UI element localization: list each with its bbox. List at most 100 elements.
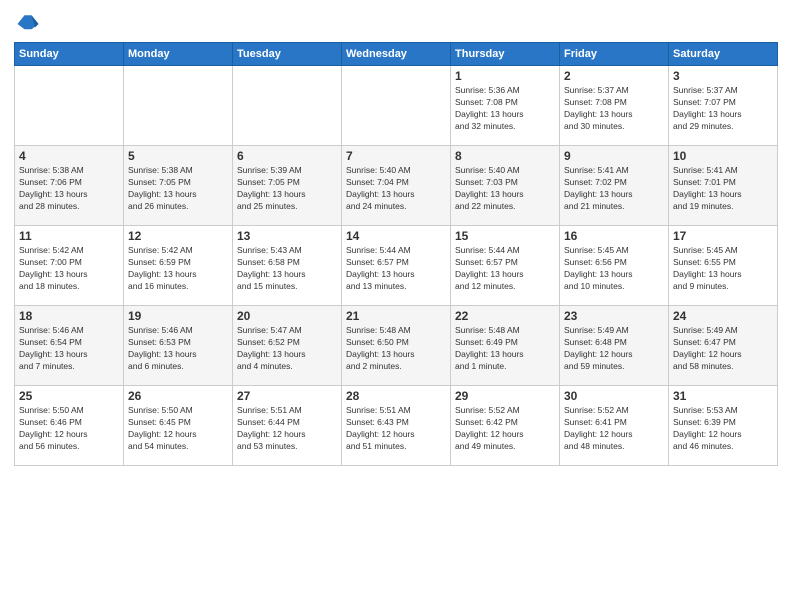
col-header-tuesday: Tuesday xyxy=(233,43,342,66)
week-row-4: 18 Sunrise: 5:46 AMSunset: 6:54 PMDayligh… xyxy=(15,306,778,386)
day-info: Sunrise: 5:46 AMSunset: 6:54 PMDaylight:… xyxy=(19,325,119,373)
day-number: 17 xyxy=(673,229,773,243)
col-header-thursday: Thursday xyxy=(451,43,560,66)
day-number: 16 xyxy=(564,229,664,243)
day-info: Sunrise: 5:40 AMSunset: 7:04 PMDaylight:… xyxy=(346,165,446,213)
page-container: SundayMondayTuesdayWednesdayThursdayFrid… xyxy=(0,0,792,476)
calendar-cell: 4 Sunrise: 5:38 AMSunset: 7:06 PMDaylight… xyxy=(15,146,124,226)
calendar-cell: 3Sunrise: 5:37 AMSunset: 7:07 PMDaylight… xyxy=(669,66,778,146)
day-number: 4 xyxy=(19,149,119,163)
day-number: 13 xyxy=(237,229,337,243)
day-info: Sunrise: 5:37 AMSunset: 7:08 PMDaylight:… xyxy=(564,85,664,133)
day-info: Sunrise: 5:38 AMSunset: 7:06 PMDaylight:… xyxy=(19,165,119,213)
logo-icon xyxy=(14,10,42,38)
calendar-cell: 26 Sunrise: 5:50 AMSunset: 6:45 PMDayligh… xyxy=(124,386,233,466)
calendar-cell: 17 Sunrise: 5:45 AMSunset: 6:55 PMDayligh… xyxy=(669,226,778,306)
day-info: Sunrise: 5:49 AMSunset: 6:47 PMDaylight:… xyxy=(673,325,773,373)
day-number: 31 xyxy=(673,389,773,403)
calendar-cell: 5Sunrise: 5:38 AMSunset: 7:05 PMDaylight… xyxy=(124,146,233,226)
calendar-cell: 29 Sunrise: 5:52 AMSunset: 6:42 PMDayligh… xyxy=(451,386,560,466)
week-row-3: 11 Sunrise: 5:42 AMSunset: 7:00 PMDayligh… xyxy=(15,226,778,306)
calendar-cell: 7 Sunrise: 5:40 AMSunset: 7:04 PMDaylight… xyxy=(342,146,451,226)
day-info: Sunrise: 5:41 AMSunset: 7:02 PMDaylight:… xyxy=(564,165,664,213)
day-info: Sunrise: 5:51 AMSunset: 6:43 PMDaylight:… xyxy=(346,405,446,453)
calendar-cell: 10 Sunrise: 5:41 AMSunset: 7:01 PMDayligh… xyxy=(669,146,778,226)
calendar-cell: 1 Sunrise: 5:36 AMSunset: 7:08 PMDaylight… xyxy=(451,66,560,146)
day-number: 5 xyxy=(128,149,228,163)
day-number: 11 xyxy=(19,229,119,243)
calendar-cell: 28 Sunrise: 5:51 AMSunset: 6:43 PMDayligh… xyxy=(342,386,451,466)
day-info: Sunrise: 5:52 AMSunset: 6:42 PMDaylight:… xyxy=(455,405,555,453)
day-number: 21 xyxy=(346,309,446,323)
day-number: 27 xyxy=(237,389,337,403)
calendar-table: SundayMondayTuesdayWednesdayThursdayFrid… xyxy=(14,42,778,466)
logo xyxy=(14,10,46,38)
day-info: Sunrise: 5:39 AMSunset: 7:05 PMDaylight:… xyxy=(237,165,337,213)
day-info: Sunrise: 5:53 AMSunset: 6:39 PMDaylight:… xyxy=(673,405,773,453)
calendar-cell: 21 Sunrise: 5:48 AMSunset: 6:50 PMDayligh… xyxy=(342,306,451,386)
day-number: 1 xyxy=(455,69,555,83)
day-info: Sunrise: 5:52 AMSunset: 6:41 PMDaylight:… xyxy=(564,405,664,453)
calendar-cell: 9 Sunrise: 5:41 AMSunset: 7:02 PMDaylight… xyxy=(560,146,669,226)
day-number: 28 xyxy=(346,389,446,403)
day-number: 14 xyxy=(346,229,446,243)
day-info: Sunrise: 5:42 AMSunset: 7:00 PMDaylight:… xyxy=(19,245,119,293)
day-info: Sunrise: 5:41 AMSunset: 7:01 PMDaylight:… xyxy=(673,165,773,213)
day-info: Sunrise: 5:48 AMSunset: 6:50 PMDaylight:… xyxy=(346,325,446,373)
day-number: 29 xyxy=(455,389,555,403)
day-info: Sunrise: 5:48 AMSunset: 6:49 PMDaylight:… xyxy=(455,325,555,373)
col-header-friday: Friday xyxy=(560,43,669,66)
calendar-cell: 6 Sunrise: 5:39 AMSunset: 7:05 PMDaylight… xyxy=(233,146,342,226)
day-info: Sunrise: 5:43 AMSunset: 6:58 PMDaylight:… xyxy=(237,245,337,293)
col-header-wednesday: Wednesday xyxy=(342,43,451,66)
day-number: 19 xyxy=(128,309,228,323)
calendar-cell: 20Sunrise: 5:47 AMSunset: 6:52 PMDayligh… xyxy=(233,306,342,386)
day-info: Sunrise: 5:47 AMSunset: 6:52 PMDaylight:… xyxy=(237,325,337,373)
calendar-cell xyxy=(124,66,233,146)
week-row-5: 25Sunrise: 5:50 AMSunset: 6:46 PMDayligh… xyxy=(15,386,778,466)
header-row: SundayMondayTuesdayWednesdayThursdayFrid… xyxy=(15,43,778,66)
day-number: 26 xyxy=(128,389,228,403)
calendar-cell: 19 Sunrise: 5:46 AMSunset: 6:53 PMDayligh… xyxy=(124,306,233,386)
calendar-cell xyxy=(342,66,451,146)
calendar-cell: 8 Sunrise: 5:40 AMSunset: 7:03 PMDaylight… xyxy=(451,146,560,226)
day-info: Sunrise: 5:44 AMSunset: 6:57 PMDaylight:… xyxy=(346,245,446,293)
day-number: 8 xyxy=(455,149,555,163)
day-info: Sunrise: 5:42 AMSunset: 6:59 PMDaylight:… xyxy=(128,245,228,293)
calendar-cell: 30 Sunrise: 5:52 AMSunset: 6:41 PMDayligh… xyxy=(560,386,669,466)
calendar-cell: 23Sunrise: 5:49 AMSunset: 6:48 PMDayligh… xyxy=(560,306,669,386)
calendar-cell: 18 Sunrise: 5:46 AMSunset: 6:54 PMDayligh… xyxy=(15,306,124,386)
day-number: 18 xyxy=(19,309,119,323)
day-number: 22 xyxy=(455,309,555,323)
day-info: Sunrise: 5:40 AMSunset: 7:03 PMDaylight:… xyxy=(455,165,555,213)
calendar-cell xyxy=(233,66,342,146)
day-number: 15 xyxy=(455,229,555,243)
day-number: 30 xyxy=(564,389,664,403)
calendar-cell xyxy=(15,66,124,146)
week-row-1: 1 Sunrise: 5:36 AMSunset: 7:08 PMDaylight… xyxy=(15,66,778,146)
day-info: Sunrise: 5:46 AMSunset: 6:53 PMDaylight:… xyxy=(128,325,228,373)
day-info: Sunrise: 5:45 AMSunset: 6:55 PMDaylight:… xyxy=(673,245,773,293)
day-info: Sunrise: 5:36 AMSunset: 7:08 PMDaylight:… xyxy=(455,85,555,133)
day-info: Sunrise: 5:51 AMSunset: 6:44 PMDaylight:… xyxy=(237,405,337,453)
calendar-cell: 15Sunrise: 5:44 AMSunset: 6:57 PMDayligh… xyxy=(451,226,560,306)
week-row-2: 4 Sunrise: 5:38 AMSunset: 7:06 PMDaylight… xyxy=(15,146,778,226)
day-number: 9 xyxy=(564,149,664,163)
col-header-sunday: Sunday xyxy=(15,43,124,66)
day-info: Sunrise: 5:50 AMSunset: 6:46 PMDaylight:… xyxy=(19,405,119,453)
col-header-saturday: Saturday xyxy=(669,43,778,66)
day-number: 10 xyxy=(673,149,773,163)
day-info: Sunrise: 5:45 AMSunset: 6:56 PMDaylight:… xyxy=(564,245,664,293)
calendar-cell: 16 Sunrise: 5:45 AMSunset: 6:56 PMDayligh… xyxy=(560,226,669,306)
day-number: 12 xyxy=(128,229,228,243)
day-info: Sunrise: 5:50 AMSunset: 6:45 PMDaylight:… xyxy=(128,405,228,453)
calendar-cell: 25Sunrise: 5:50 AMSunset: 6:46 PMDayligh… xyxy=(15,386,124,466)
day-number: 7 xyxy=(346,149,446,163)
day-info: Sunrise: 5:49 AMSunset: 6:48 PMDaylight:… xyxy=(564,325,664,373)
day-info: Sunrise: 5:37 AMSunset: 7:07 PMDaylight:… xyxy=(673,85,773,133)
calendar-cell: 13 Sunrise: 5:43 AMSunset: 6:58 PMDayligh… xyxy=(233,226,342,306)
day-number: 6 xyxy=(237,149,337,163)
calendar-cell: 24Sunrise: 5:49 AMSunset: 6:47 PMDayligh… xyxy=(669,306,778,386)
calendar-cell: 31 Sunrise: 5:53 AMSunset: 6:39 PMDayligh… xyxy=(669,386,778,466)
calendar-cell: 12 Sunrise: 5:42 AMSunset: 6:59 PMDayligh… xyxy=(124,226,233,306)
